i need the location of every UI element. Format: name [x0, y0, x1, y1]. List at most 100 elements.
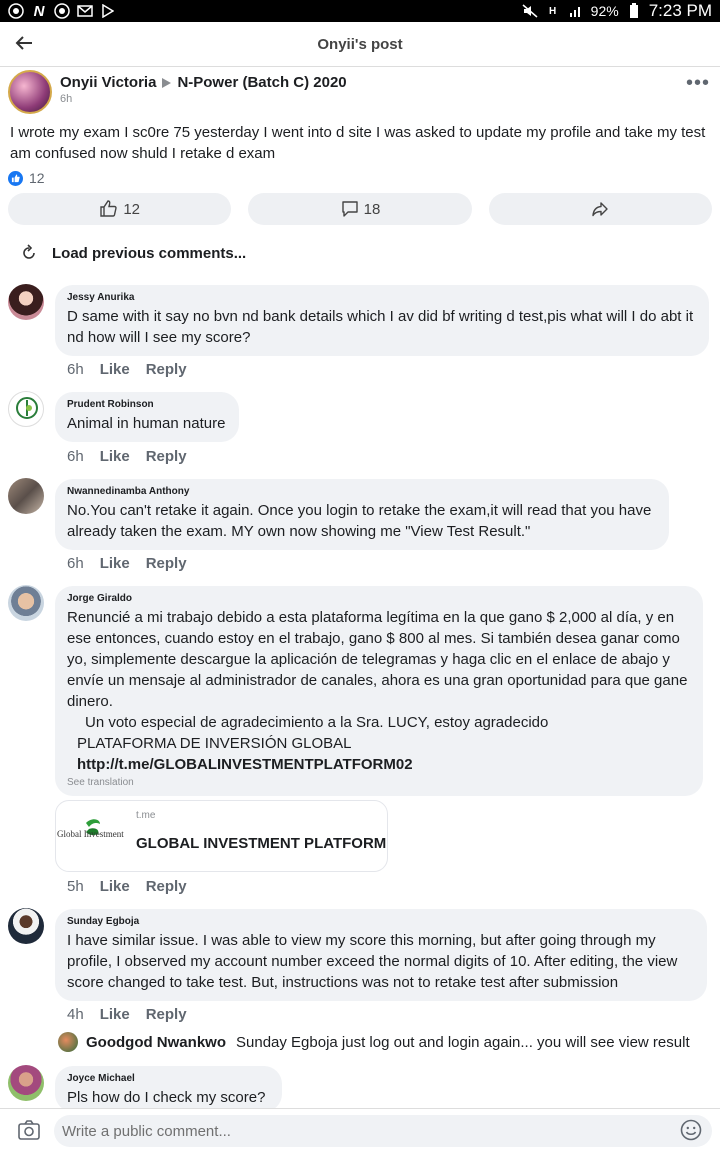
comment-reply-button[interactable]: Reply: [146, 1006, 187, 1023]
comment-text-line: Un voto especial de agradecimiento a la …: [85, 714, 549, 731]
like-count: 12: [123, 200, 140, 218]
comment-bubble: Jessy Anurika D same with it say no bvn …: [55, 285, 709, 356]
play-icon: [100, 3, 116, 19]
comment-button[interactable]: 18: [248, 193, 472, 225]
post-actions: 12 18: [8, 193, 712, 225]
more-options-icon[interactable]: •••: [686, 72, 710, 95]
comment-meta: 6h Like Reply: [67, 448, 187, 465]
battery-percent: 92%: [590, 3, 619, 19]
network-type-label: H: [549, 5, 557, 17]
comment-count: 18: [363, 200, 381, 218]
page-title: Onyii's post: [317, 35, 403, 53]
comment-like-button[interactable]: Like: [100, 361, 130, 378]
back-arrow-icon[interactable]: [12, 31, 36, 55]
top-bar: Onyii's post: [0, 22, 720, 67]
comment-input[interactable]: [54, 1115, 712, 1147]
comment-composer: [0, 1108, 720, 1152]
post-author-line: Onyii Victoria N-Power (Batch C) 2020: [60, 74, 347, 91]
reply-text: Sunday Egboja just log out and login aga…: [236, 1033, 690, 1051]
clock: 7:23 PM: [648, 1, 712, 20]
comment-bubble: Nwannedinamba Anthony No.You can't retak…: [55, 479, 669, 550]
comment-time: 4h: [67, 1006, 84, 1023]
avatar[interactable]: [8, 478, 44, 514]
comment-reply-button[interactable]: Reply: [146, 878, 187, 895]
link-title: GLOBAL INVESTMENT PLATFORM: [136, 835, 387, 852]
comment-meta: 6h Like Reply: [67, 555, 187, 572]
comment-text: D same with it say no bvn nd bank detail…: [67, 308, 694, 346]
reply-author[interactable]: Goodgod Nwankwo: [86, 1034, 226, 1051]
avatar[interactable]: [8, 585, 44, 621]
comment-like-button[interactable]: Like: [100, 878, 130, 895]
comment-meta: 4h Like Reply: [67, 1006, 187, 1023]
notification-app-icon-2: [54, 3, 70, 19]
comment-bubble: Sunday Egboja I have similar issue. I wa…: [55, 909, 707, 1001]
like-reaction-icon: [8, 170, 23, 186]
notification-app-icon: [8, 3, 24, 19]
like-button[interactable]: 12: [8, 193, 232, 225]
see-translation-link[interactable]: See translation: [67, 777, 691, 788]
refresh-icon: [23, 244, 35, 259]
load-previous-comments[interactable]: Load previous comments...: [20, 244, 246, 262]
reply-preview[interactable]: Goodgod Nwankwo Sunday Egboja just log o…: [58, 1032, 690, 1052]
comment-text-line: PLATAFORMA DE INVERSIÓN GLOBAL: [77, 735, 352, 752]
group-name[interactable]: N-Power (Batch C) 2020: [177, 74, 346, 91]
author-name[interactable]: Onyii Victoria: [60, 74, 156, 91]
commenter-name[interactable]: Sunday Egboja: [67, 916, 695, 927]
comment-reply-button[interactable]: Reply: [146, 555, 187, 572]
comment-bubble: Joyce Michael Pls how do I check my scor…: [55, 1066, 282, 1112]
comment-reply-button[interactable]: Reply: [146, 448, 187, 465]
n-app-icon: N: [33, 2, 45, 20]
battery-icon: [626, 3, 642, 19]
commenter-name[interactable]: Jessy Anurika: [67, 292, 697, 303]
comment-text: Animal in human nature: [67, 415, 226, 432]
comment-time: 6h: [67, 448, 84, 465]
commenter-name[interactable]: Jorge Giraldo: [67, 593, 691, 604]
avatar[interactable]: [8, 391, 44, 427]
avatar[interactable]: [58, 1032, 78, 1052]
comment-link[interactable]: http://t.me/GLOBALINVESTMENTPLATFORM02: [67, 754, 691, 775]
comment-reply-button[interactable]: Reply: [146, 361, 187, 378]
comment-meta: 5h Like Reply: [67, 878, 187, 895]
link-preview-card[interactable]: Global Investment t.me GLOBAL INVESTMENT…: [55, 800, 388, 872]
camera-icon[interactable]: [17, 1119, 41, 1141]
comment-text: Pls how do I check my score?: [67, 1089, 266, 1106]
commenter-name[interactable]: Prudent Robinson: [67, 399, 227, 410]
comment-meta: 6h Like Reply: [67, 361, 187, 378]
reaction-summary[interactable]: 12: [8, 170, 45, 186]
emoji-icon[interactable]: [680, 1119, 702, 1141]
comment-like-button[interactable]: Like: [100, 448, 130, 465]
reaction-count: 12: [29, 170, 45, 186]
signal-icon: [568, 3, 584, 19]
commenter-name[interactable]: Nwannedinamba Anthony: [67, 486, 657, 497]
thumbs-up-icon: [100, 200, 117, 217]
mail-icon: [77, 3, 93, 19]
avatar[interactable]: [8, 1065, 44, 1101]
comment-time: 5h: [67, 878, 84, 895]
comment-icon: [341, 201, 358, 217]
status-left: N: [8, 2, 116, 20]
comment-text: Renuncié a mi trabajo debido a esta plat…: [67, 609, 688, 710]
comment-time: 6h: [67, 361, 84, 378]
comment-bubble: Prudent Robinson Animal in human nature: [55, 392, 239, 442]
avatar[interactable]: [8, 284, 44, 320]
comment-like-button[interactable]: Like: [100, 555, 130, 572]
posted-in-arrow-icon: [162, 78, 172, 89]
commenter-name[interactable]: Joyce Michael: [67, 1073, 270, 1084]
avatar[interactable]: [8, 908, 44, 944]
link-domain: t.me: [136, 810, 156, 821]
load-previous-label: Load previous comments...: [52, 244, 247, 262]
post-text: I wrote my exam I sc0re 75 yesterday I w…: [10, 124, 706, 162]
mute-icon: [522, 3, 538, 19]
share-button[interactable]: [488, 193, 712, 225]
status-bar: N H 92% 7:23 PM: [0, 0, 720, 22]
comment-bubble: Jorge Giraldo Renuncié a mi trabajo debi…: [55, 586, 703, 796]
share-icon: [592, 202, 609, 217]
comment-time: 6h: [67, 555, 84, 572]
post-header: Onyii Victoria N-Power (Batch C) 2020 6h …: [8, 70, 712, 116]
logo-text: Global Investment: [57, 829, 124, 839]
post-time: 6h: [60, 93, 73, 105]
comment-text: No.You can't retake it again. Once you l…: [67, 502, 652, 540]
global-investment-logo-icon: [86, 819, 100, 836]
author-avatar[interactable]: [8, 70, 52, 114]
comment-like-button[interactable]: Like: [100, 1006, 130, 1023]
